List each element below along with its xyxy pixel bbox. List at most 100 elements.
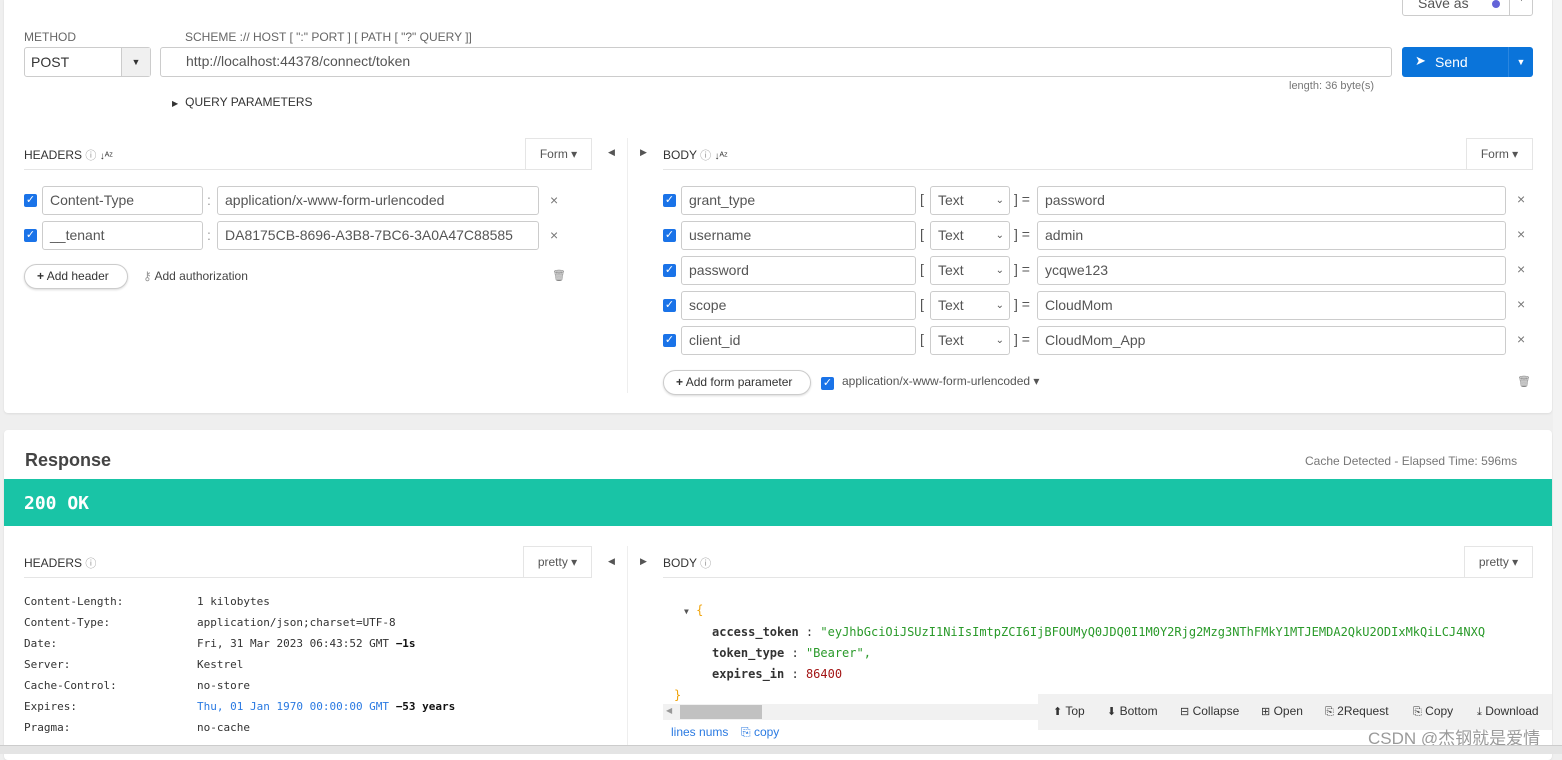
json-key: expires_in (712, 667, 785, 681)
header-name-input[interactable]: __tenant (42, 221, 203, 250)
help-icon[interactable]: ⓘ (85, 150, 96, 162)
add-header-button[interactable]: + Add header (24, 264, 128, 289)
header-value: Fri, 31 Mar 2023 06:43:52 GMT −1s (197, 637, 416, 650)
header-value-input[interactable]: DA8175CB-8696-A3B8-7BC6-3A0A47C88585 (217, 221, 539, 250)
param-type-select[interactable]: Text ⌄ (930, 256, 1010, 285)
copy-link[interactable]: ⎘ copy (741, 725, 779, 740)
param-type-select[interactable]: Text ⌄ (930, 326, 1010, 355)
method-select[interactable]: POST ▼ (24, 47, 151, 77)
param-value-input[interactable]: CloudMom_App (1037, 326, 1506, 355)
status-bar: 200 OK (4, 479, 1552, 526)
param-name-input[interactable]: grant_type (681, 186, 916, 215)
headers-mode-dropdown[interactable]: Form ▾ (525, 138, 592, 170)
header-value-text: 1 kilobytes (197, 595, 270, 608)
bottom-button[interactable]: ⬇ Bottom (1107, 704, 1158, 718)
param-name-input[interactable]: scope (681, 291, 916, 320)
key-icon: ⚷ (143, 269, 152, 283)
param-type-label: Text (938, 332, 964, 348)
url-label: SCHEME :// HOST [ ":" PORT ] [ PATH [ "?… (185, 30, 472, 44)
open-button[interactable]: ⊞ Open (1261, 704, 1303, 718)
param-type-select[interactable]: Text ⌄ (930, 291, 1010, 320)
body-title: BODY (663, 556, 697, 570)
bracket: [ (920, 261, 924, 277)
save-as-button[interactable]: Save as ▼ (1402, 0, 1533, 16)
header-value-input[interactable]: application/x-www-form-urlencoded (217, 186, 539, 215)
header-key: Content-Type: (24, 616, 111, 629)
header-checkbox[interactable]: ✓ (24, 194, 37, 207)
collapse-left-icon[interactable]: ◀ (608, 556, 615, 567)
param-name-input[interactable]: client_id (681, 326, 916, 355)
to-request-button[interactable]: ⎘ 2Request (1325, 704, 1389, 719)
header-checkbox[interactable]: ✓ (24, 229, 37, 242)
response-body-mode-dropdown[interactable]: pretty ▾ (1464, 546, 1533, 578)
chevron-down-icon[interactable]: ▼ (1508, 47, 1533, 77)
split-divider (627, 138, 628, 393)
send-button[interactable]: ➤ Send ▼ (1402, 47, 1533, 77)
to-request-icon: ⎘ (1325, 706, 1334, 718)
headers-mode-label: Form (539, 147, 568, 161)
header-value-text: no-cache (197, 721, 250, 734)
param-value-input[interactable]: CloudMom (1037, 291, 1506, 320)
collapse-left-icon[interactable]: ◀ (608, 147, 615, 158)
response-headers-mode-dropdown[interactable]: pretty ▾ (523, 546, 592, 578)
remove-header-icon[interactable]: × (550, 227, 558, 243)
header-name-input[interactable]: Content-Type (42, 186, 203, 215)
scrollbar-thumb[interactable] (680, 705, 762, 719)
param-type-select[interactable]: Text ⌄ (930, 186, 1010, 215)
remove-param-icon[interactable]: × (1517, 331, 1525, 347)
remove-param-icon[interactable]: × (1517, 191, 1525, 207)
help-icon[interactable]: ⓘ (700, 558, 711, 570)
param-checkbox[interactable]: ✓ (663, 264, 676, 277)
help-icon[interactable]: ⓘ (700, 150, 711, 162)
bracket: [ (920, 296, 924, 312)
query-parameters-toggle[interactable]: ▶ QUERY PARAMETERS (172, 95, 313, 109)
add-form-parameter-button[interactable]: + Add form parameter (663, 370, 811, 395)
remove-param-icon[interactable]: × (1517, 261, 1525, 277)
chevron-down-icon: ⌄ (995, 230, 1004, 241)
content-type-checkbox[interactable]: ✓ (821, 377, 834, 390)
param-value-input[interactable]: ycqwe123 (1037, 256, 1506, 285)
chevron-down-icon[interactable]: ▼ (1509, 0, 1533, 15)
collapse-caret-icon[interactable]: ▼ (684, 607, 689, 616)
download-button[interactable]: ⤓ Download (1477, 704, 1539, 719)
param-value-input[interactable]: password (1037, 186, 1506, 215)
json-view: ▼ { access_token : "eyJhbGciOiJSUzI1NiIs… (674, 600, 1534, 706)
copy-label: Copy (1425, 704, 1454, 718)
lines-nums-link[interactable]: lines nums (671, 725, 728, 739)
scroll-left-icon[interactable]: ◀ (666, 706, 672, 715)
param-checkbox[interactable]: ✓ (663, 334, 676, 347)
param-name-input[interactable]: password (681, 256, 916, 285)
chevron-down-icon: ▼ (121, 48, 150, 76)
horizontal-scrollbar[interactable]: ◀ (663, 704, 1043, 720)
param-checkbox[interactable]: ✓ (663, 299, 676, 312)
sort-alpha-icon[interactable]: ↓ᴬᶻ (714, 151, 727, 162)
collapse-button[interactable]: ⊟ Collapse (1180, 704, 1239, 718)
json-string-value: "eyJhbGciOiJSUzI1NiIsImtpZCI6IjBFOUMyQ0J… (820, 625, 1486, 639)
param-type-label: Text (938, 297, 964, 313)
url-input[interactable]: http://localhost:44378/connect/token (160, 47, 1392, 77)
add-authorization-label: Add authorization (154, 269, 248, 283)
param-checkbox[interactable]: ✓ (663, 229, 676, 242)
remove-header-icon[interactable]: × (550, 192, 558, 208)
remove-param-icon[interactable]: × (1517, 226, 1525, 242)
param-checkbox[interactable]: ✓ (663, 194, 676, 207)
collapse-right-icon[interactable]: ▶ (640, 147, 647, 158)
remove-param-icon[interactable]: × (1517, 296, 1525, 312)
open-label: Open (1273, 704, 1303, 718)
sort-alpha-icon[interactable]: ↓ᴬᶻ (100, 151, 113, 162)
send-label: Send (1435, 54, 1468, 70)
trash-icon[interactable]: 🗑 (1517, 375, 1531, 388)
param-value-input[interactable]: admin (1037, 221, 1506, 250)
save-as-label: Save as (1418, 0, 1469, 11)
copy-button[interactable]: ⎘ Copy (1413, 704, 1453, 719)
param-name-input[interactable]: username (681, 221, 916, 250)
copy-icon: ⎘ (1413, 706, 1422, 718)
top-button[interactable]: ⬆ Top (1053, 704, 1085, 718)
param-type-select[interactable]: Text ⌄ (930, 221, 1010, 250)
help-icon[interactable]: ⓘ (85, 558, 96, 570)
content-type-dropdown[interactable]: application/x-www-form-urlencoded ▾ (842, 374, 1039, 388)
trash-icon[interactable]: 🗑 (552, 269, 566, 282)
body-mode-dropdown[interactable]: Form ▾ (1466, 138, 1533, 170)
add-authorization-link[interactable]: ⚷ Add authorization (143, 269, 248, 283)
collapse-right-icon[interactable]: ▶ (640, 556, 647, 567)
